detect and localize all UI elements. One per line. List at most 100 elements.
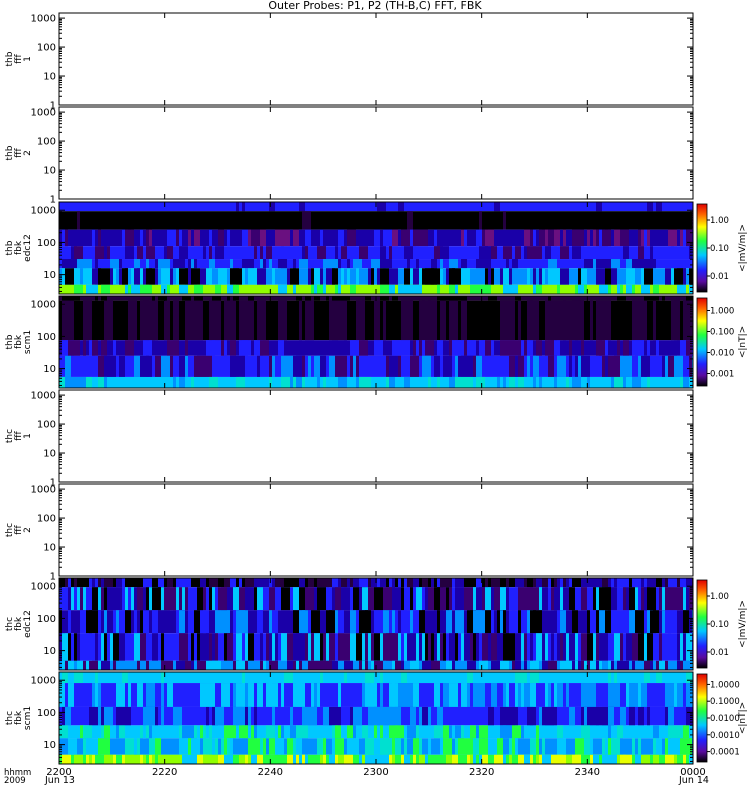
heatmap-cell	[119, 259, 122, 269]
heatmap-cell	[95, 296, 98, 301]
heatmap-cell	[572, 706, 575, 726]
heatmap-cell	[461, 259, 464, 269]
heatmap-cell	[455, 284, 458, 294]
heatmap-cell	[149, 725, 152, 739]
heatmap-cell	[329, 259, 335, 269]
heatmap-cell	[581, 725, 590, 739]
heatmap-cell	[611, 259, 620, 269]
heatmap-cell	[95, 246, 101, 260]
heatmap-cell	[518, 672, 527, 684]
heatmap-cell	[518, 376, 521, 388]
colorbar-label-text: <|nT|>	[738, 702, 748, 734]
heatmap-cell	[320, 754, 323, 764]
heatmap-cell	[599, 660, 602, 670]
heatmap-cell	[371, 259, 380, 269]
heatmap-cell	[620, 284, 623, 294]
heatmap-cell	[623, 578, 629, 588]
heatmap-cell	[437, 610, 440, 634]
heatmap-cell	[281, 229, 290, 247]
heatmap-cell	[296, 738, 302, 755]
heatmap-cell	[212, 660, 221, 670]
heatmap-cell	[296, 633, 305, 661]
y-label-line: 2	[23, 150, 33, 156]
heatmap-cell	[533, 610, 542, 634]
heatmap-cell	[320, 587, 326, 611]
heatmap-cell	[128, 229, 134, 247]
heatmap-cell	[581, 268, 587, 285]
heatmap-cell	[350, 633, 356, 661]
heatmap-cell	[353, 259, 362, 269]
y-label-line: scm1	[23, 706, 33, 730]
x-tick-label: 2320	[469, 767, 494, 778]
heatmap-cell	[521, 376, 524, 388]
heatmap-cell	[206, 660, 209, 670]
heatmap-cell	[140, 725, 143, 739]
heatmap-cell	[347, 578, 350, 588]
heatmap-cell	[524, 578, 527, 588]
heatmap-cell	[524, 660, 527, 670]
heatmap-cell	[503, 725, 512, 739]
heatmap-cell	[641, 300, 647, 341]
heatmap-cell	[521, 725, 524, 739]
heatmap-cell	[575, 246, 581, 260]
heatmap-cell	[482, 340, 485, 356]
heatmap-cell	[584, 660, 587, 670]
heatmap-cell	[476, 284, 485, 294]
heatmap-cell	[530, 229, 533, 247]
heatmap-cell	[494, 683, 497, 707]
heatmap-cell	[227, 610, 230, 634]
heatmap-cell	[332, 296, 335, 301]
heatmap-cell	[92, 578, 95, 588]
heatmap-cell	[401, 300, 404, 341]
heatmap-cell	[179, 578, 182, 588]
heatmap-cell	[350, 355, 353, 377]
heatmap-cell	[434, 229, 437, 247]
heatmap-cell	[344, 578, 347, 588]
heatmap-cell	[77, 211, 80, 230]
heatmap-cell	[371, 633, 374, 661]
heatmap-cell	[353, 340, 356, 356]
heatmap-cell	[101, 587, 104, 611]
heatmap-cell	[260, 610, 263, 634]
y-label-line: edc12	[23, 234, 33, 262]
heatmap-cell	[611, 587, 617, 611]
heatmap-cell	[551, 633, 554, 661]
heatmap-cell	[299, 259, 308, 269]
heatmap-cell	[548, 660, 557, 670]
y-axis-label: thc fff 1	[5, 429, 33, 443]
heatmap-cell	[398, 578, 401, 588]
heatmap-cell	[449, 610, 452, 634]
heatmap-cell	[62, 660, 65, 670]
heatmap-cell	[308, 578, 314, 588]
y-tick-label: 100	[37, 420, 56, 431]
heatmap-cell	[161, 296, 167, 301]
heatmap-cell	[527, 340, 533, 356]
heatmap-cell	[317, 376, 320, 388]
heatmap-cell	[92, 610, 98, 634]
heatmap-cell	[293, 268, 296, 285]
heatmap-cell	[365, 610, 371, 634]
heatmap-cell	[428, 738, 431, 755]
heatmap-cell	[113, 633, 119, 661]
heatmap-cell	[380, 284, 389, 294]
heatmap-cell	[494, 202, 500, 212]
heatmap-cell	[245, 259, 254, 269]
y-tick-label: 1000	[31, 14, 56, 25]
heatmap-cell	[461, 610, 464, 634]
heatmap-cell	[263, 738, 266, 755]
heatmap-cell	[437, 284, 440, 294]
heatmap-cell	[236, 202, 239, 212]
heatmap-cell	[422, 660, 425, 670]
heatmap-cell	[677, 300, 680, 341]
heatmap-cell	[677, 284, 686, 294]
heatmap-cell	[458, 738, 467, 755]
heatmap-cell	[218, 229, 224, 247]
heatmap-cell	[179, 284, 185, 294]
heatmap-cell	[68, 340, 77, 356]
heatmap-cell	[617, 376, 623, 388]
heatmap-cell	[626, 683, 629, 707]
heatmap-cell	[557, 683, 560, 707]
heatmap-cell	[314, 633, 320, 661]
heatmap-cell	[401, 587, 404, 611]
heatmap-cell	[599, 633, 608, 661]
